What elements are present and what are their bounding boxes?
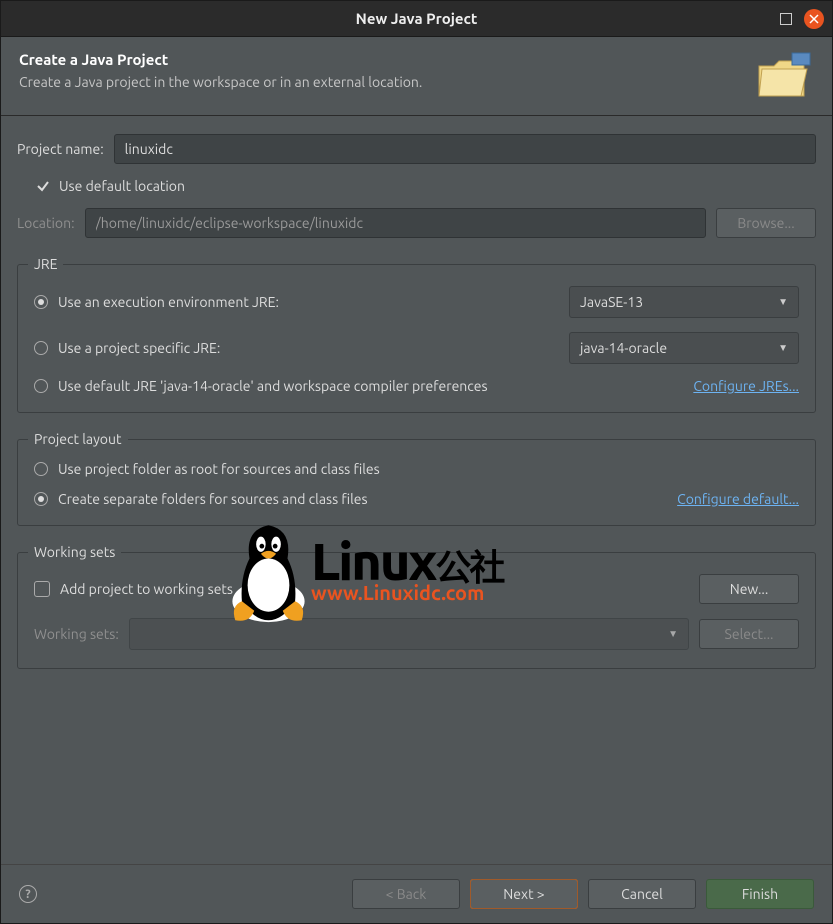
- back-button: < Back: [352, 879, 460, 909]
- dialog-window: New Java Project Create a Java Project C…: [0, 0, 833, 924]
- use-default-location-label: Use default location: [59, 178, 185, 194]
- titlebar-controls: [780, 9, 824, 29]
- wizard-header: Create a Java Project Create a Java proj…: [1, 37, 832, 116]
- add-to-working-sets-checkbox[interactable]: [34, 581, 50, 597]
- jre-legend: JRE: [28, 256, 63, 272]
- content-area: Project name: Use default location Locat…: [1, 116, 832, 864]
- location-label: Location:: [17, 215, 75, 231]
- use-default-location-row[interactable]: Use default location: [35, 178, 816, 194]
- location-input: [85, 208, 706, 238]
- project-jre-label: Use a project specific JRE:: [58, 340, 220, 356]
- project-name-row: Project name:: [17, 134, 816, 164]
- chevron-down-icon: ▼: [668, 628, 678, 640]
- configure-default-link[interactable]: Configure default...: [677, 491, 799, 507]
- root-folder-label: Use project folder as root for sources a…: [58, 461, 380, 477]
- radio-separate-folders[interactable]: [34, 492, 48, 506]
- folder-icon: [754, 51, 814, 101]
- project-name-input[interactable]: [114, 134, 816, 164]
- project-jre-select[interactable]: java-14-oracle ▼: [569, 332, 799, 364]
- radio-project-jre[interactable]: [34, 341, 48, 355]
- separate-folders-label: Create separate folders for sources and …: [58, 491, 368, 507]
- finish-button[interactable]: Finish: [706, 879, 814, 909]
- titlebar: New Java Project: [1, 1, 832, 37]
- help-icon[interactable]: ?: [19, 885, 37, 903]
- next-button[interactable]: Next >: [470, 879, 578, 909]
- configure-jres-link[interactable]: Configure JREs...: [693, 378, 799, 394]
- working-sets-label: Working sets:: [34, 626, 119, 642]
- window-title: New Java Project: [356, 10, 478, 27]
- select-working-set-button: Select...: [699, 619, 799, 649]
- radio-exec-env[interactable]: [34, 295, 48, 309]
- checkmark-icon: [35, 178, 51, 194]
- exec-env-label: Use an execution environment JRE:: [58, 294, 279, 310]
- page-title: Create a Java Project: [19, 51, 754, 68]
- page-subtitle: Create a Java project in the workspace o…: [19, 74, 754, 90]
- chevron-down-icon: ▼: [778, 342, 788, 354]
- add-to-working-sets-label: Add project to working sets: [60, 581, 233, 597]
- wizard-footer: ? < Back Next > Cancel Finish: [1, 864, 832, 923]
- radio-default-jre[interactable]: [34, 379, 48, 393]
- exec-env-select[interactable]: JavaSE-13 ▼: [569, 286, 799, 318]
- default-jre-label: Use default JRE 'java-14-oracle' and wor…: [58, 378, 488, 394]
- working-sets-legend: Working sets: [28, 544, 121, 560]
- chevron-down-icon: ▼: [778, 296, 788, 308]
- location-row: Location: Browse...: [17, 208, 816, 238]
- jre-group: JRE Use an execution environment JRE: Ja…: [17, 256, 816, 413]
- cancel-button[interactable]: Cancel: [588, 879, 696, 909]
- browse-button: Browse...: [716, 208, 816, 238]
- close-icon[interactable]: [804, 9, 824, 29]
- working-sets-select: ▼: [129, 618, 689, 650]
- working-sets-group: Working sets Add project to working sets…: [17, 544, 816, 669]
- project-layout-legend: Project layout: [28, 431, 128, 447]
- maximize-icon[interactable]: [780, 13, 792, 25]
- project-name-label: Project name:: [17, 141, 104, 157]
- new-working-set-button[interactable]: New...: [699, 574, 799, 604]
- radio-root-folder[interactable]: [34, 462, 48, 476]
- project-layout-group: Project layout Use project folder as roo…: [17, 431, 816, 526]
